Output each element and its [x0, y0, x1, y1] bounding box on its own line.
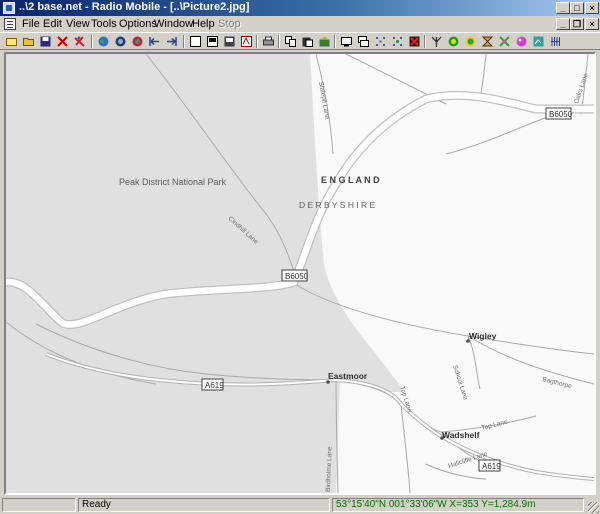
- title-bar: ..\2 base.net - Radio Mobile - [..\Pictu…: [0, 0, 600, 16]
- arrow-right-bar-icon[interactable]: [164, 34, 179, 49]
- display-icon[interactable]: [339, 34, 354, 49]
- menu-stop[interactable]: Stop: [218, 18, 241, 30]
- wadshelf-label: Wadshelf: [442, 430, 480, 440]
- open-folder-icon[interactable]: [21, 34, 36, 49]
- document-icon[interactable]: [4, 18, 16, 30]
- save-picture-icon[interactable]: [222, 34, 237, 49]
- hourglass-icon[interactable]: [480, 34, 495, 49]
- grid-select-icon[interactable]: [373, 34, 388, 49]
- menu-help[interactable]: Help: [192, 18, 215, 30]
- close-button[interactable]: ×: [585, 2, 599, 14]
- a619-right-label: A619: [482, 462, 501, 471]
- window-title: ..\2 base.net - Radio Mobile - [..\Pictu…: [19, 1, 250, 13]
- arrow-left-bar-icon[interactable]: [147, 34, 162, 49]
- save-icon[interactable]: [38, 34, 53, 49]
- toolbar-separator: [424, 35, 426, 48]
- grid-cross-icon[interactable]: [407, 34, 422, 49]
- b6050-mid-label: B6050: [285, 272, 309, 281]
- new-window-icon[interactable]: [188, 34, 203, 49]
- scissors-tool-icon[interactable]: [55, 34, 70, 49]
- status-pane-empty: [2, 498, 76, 512]
- a619-left-label: A619: [205, 381, 224, 390]
- country-label: E N G L A N D: [321, 175, 380, 185]
- park-label: Peak District National Park: [119, 177, 227, 187]
- cut-red-icon[interactable]: [72, 34, 87, 49]
- menu-file[interactable]: File: [22, 18, 40, 30]
- sphere-pink-icon[interactable]: [514, 34, 529, 49]
- menu-bar: File Edit View Tools Options Window Help…: [0, 16, 600, 32]
- b6050-shield-mid: B6050: [281, 269, 309, 282]
- resize-grip[interactable]: [588, 502, 599, 513]
- mdi-minimize-button[interactable]: _: [556, 18, 570, 30]
- toolbar-separator: [334, 35, 336, 48]
- globe-network-icon[interactable]: [113, 34, 128, 49]
- toolbar-separator: [256, 35, 258, 48]
- cross-pink-icon[interactable]: [497, 34, 512, 49]
- globe-icon[interactable]: [96, 34, 111, 49]
- b6050-shield-top: B6050: [545, 107, 573, 120]
- signal-lines-icon[interactable]: [548, 34, 563, 49]
- coverage-icon[interactable]: [463, 34, 478, 49]
- radio-color-icon[interactable]: [130, 34, 145, 49]
- menu-tools[interactable]: Tools: [91, 18, 117, 30]
- grid-point-icon[interactable]: [390, 34, 405, 49]
- pdf-icon[interactable]: [239, 34, 254, 49]
- toolbar: [0, 32, 600, 50]
- a619-shield-left: A619: [201, 378, 224, 391]
- mdi-restore-button[interactable]: ❐: [570, 18, 584, 30]
- menu-view[interactable]: View: [66, 18, 90, 30]
- map-canvas[interactable]: Peak District National Park E N G L A N …: [6, 54, 594, 493]
- toolbar-separator: [91, 35, 93, 48]
- new-file-icon[interactable]: [4, 34, 19, 49]
- minimize-button[interactable]: _: [556, 2, 570, 14]
- menu-window[interactable]: Window: [154, 18, 193, 30]
- status-ready: Ready: [78, 498, 330, 512]
- picture-window-icon[interactable]: [205, 34, 220, 49]
- mdi-close-button[interactable]: ×: [585, 18, 599, 30]
- app-icon[interactable]: [3, 2, 15, 14]
- menu-options[interactable]: Options: [119, 18, 157, 30]
- stack-icon[interactable]: [356, 34, 371, 49]
- b6050-top-label: B6050: [549, 110, 573, 119]
- menu-edit[interactable]: Edit: [43, 18, 62, 30]
- toolbar-separator: [278, 35, 280, 48]
- copy-icon[interactable]: [283, 34, 298, 49]
- status-bar: Ready 53°15'40"N 001°33'06"W X=353 Y=1,2…: [0, 497, 600, 514]
- chart-window-icon[interactable]: [531, 34, 546, 49]
- a619-shield-right: A619: [478, 459, 501, 472]
- wigley-label: Wigley: [469, 331, 497, 341]
- antenna-icon[interactable]: [429, 34, 444, 49]
- maximize-button[interactable]: □: [570, 2, 584, 14]
- eastmoor-label: Eastmoor: [328, 371, 368, 381]
- merge-icon[interactable]: [317, 34, 332, 49]
- paste-icon[interactable]: [300, 34, 315, 49]
- status-coordinates: 53°15'40"N 001°33'06"W X=353 Y=1,284.9m: [332, 498, 584, 512]
- county-label: D E R B Y S H I R E: [299, 200, 376, 210]
- map-view[interactable]: Peak District National Park E N G L A N …: [4, 52, 596, 495]
- target-icon[interactable]: [446, 34, 461, 49]
- print-icon[interactable]: [261, 34, 276, 49]
- toolbar-separator: [183, 35, 185, 48]
